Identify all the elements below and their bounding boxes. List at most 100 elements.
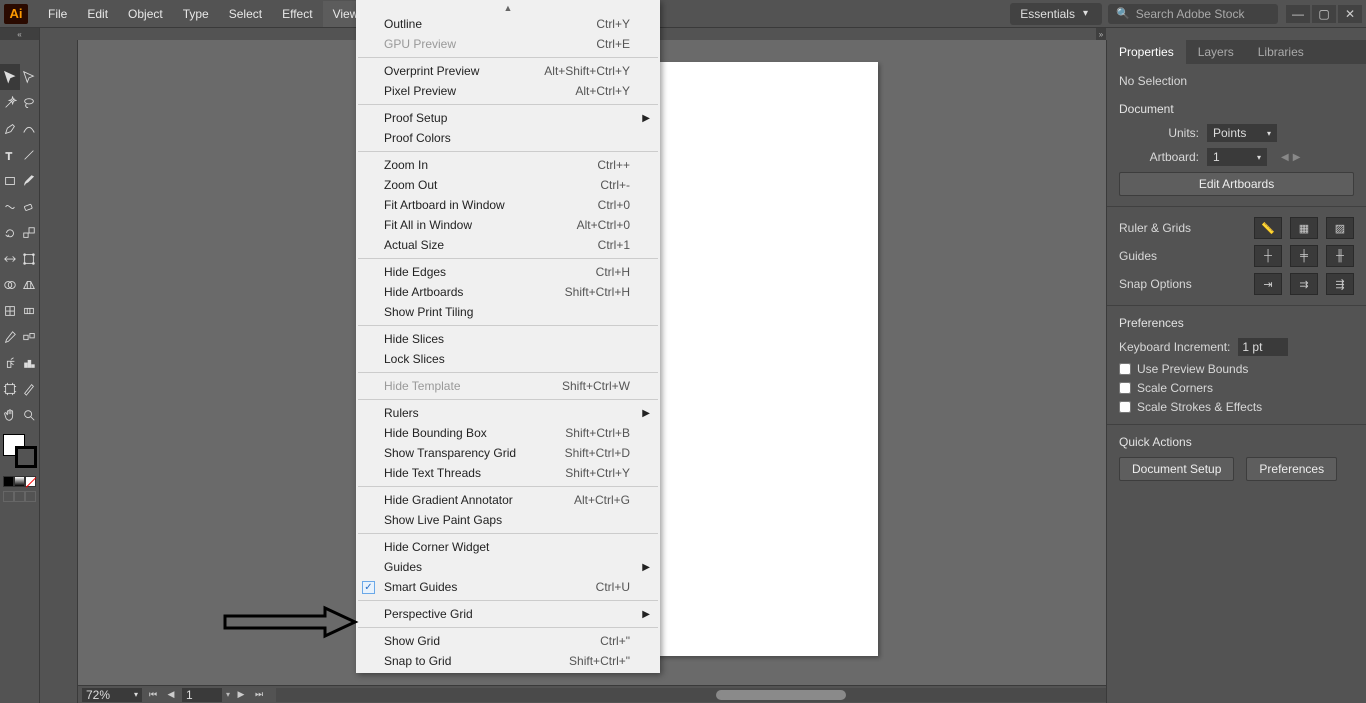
selection-tool[interactable] [0, 64, 20, 90]
menu-item[interactable]: Perspective Grid▶ [356, 604, 660, 624]
close-button[interactable]: ✕ [1338, 5, 1362, 23]
shape-builder-tool[interactable] [0, 272, 20, 298]
menu-item[interactable]: Pixel PreviewAlt+Ctrl+Y [356, 81, 660, 101]
snap-grid-icon[interactable]: ⇉ [1290, 273, 1318, 295]
menu-file[interactable]: File [38, 1, 77, 27]
menu-item[interactable]: Proof Colors [356, 128, 660, 148]
menu-item[interactable]: Hide Slices [356, 329, 660, 349]
width-tool[interactable] [0, 246, 20, 272]
minimize-button[interactable]: — [1286, 5, 1310, 23]
perspective-grid-tool[interactable] [20, 272, 40, 298]
menu-object[interactable]: Object [118, 1, 173, 27]
column-graph-tool[interactable] [20, 350, 40, 376]
tab-layers[interactable]: Layers [1186, 40, 1246, 64]
workspace-switcher[interactable]: Essentials ▾ [1010, 3, 1102, 25]
preferences-button[interactable]: Preferences [1246, 457, 1337, 481]
hand-tool[interactable] [0, 402, 20, 428]
menu-item[interactable]: Proof Setup▶ [356, 108, 660, 128]
menu-item[interactable]: ✓Smart GuidesCtrl+U [356, 577, 660, 597]
menu-item[interactable]: Guides▶ [356, 557, 660, 577]
fill-stroke-swatch[interactable] [3, 434, 37, 468]
prev-artboard-icon[interactable]: ◀ [1281, 152, 1289, 163]
symbol-sprayer-tool[interactable] [0, 350, 20, 376]
free-transform-tool[interactable] [20, 246, 40, 272]
snap-point-icon[interactable]: ⇥ [1254, 273, 1282, 295]
right-collapse-chevron[interactable]: » [1096, 28, 1106, 40]
smart-guides-icon[interactable]: ╫ [1326, 245, 1354, 267]
artboard-tool[interactable] [0, 376, 20, 402]
scale-tool[interactable] [20, 220, 40, 246]
menu-item[interactable]: Show Transparency GridShift+Ctrl+D [356, 443, 660, 463]
tools-collapse-chevron[interactable]: « [0, 28, 40, 40]
menu-item[interactable]: Actual SizeCtrl+1 [356, 235, 660, 255]
grid-icon[interactable]: ▦ [1290, 217, 1318, 239]
ruler-icon[interactable]: 📏 [1254, 217, 1282, 239]
snap-pixel-icon[interactable]: ⇶ [1326, 273, 1354, 295]
next-artboard-icon[interactable]: ▶ [1293, 152, 1301, 163]
guides-show-icon[interactable]: ┼ [1254, 245, 1282, 267]
shaper-tool[interactable] [0, 194, 20, 220]
curvature-tool[interactable] [20, 116, 40, 142]
menu-item[interactable]: OutlineCtrl+Y [356, 14, 660, 34]
menu-item[interactable]: Rulers▶ [356, 403, 660, 423]
prev-page-button[interactable]: ◀ [164, 688, 178, 702]
gradient-swatch[interactable] [14, 476, 25, 487]
menu-item[interactable]: Hide Bounding BoxShift+Ctrl+B [356, 423, 660, 443]
zoom-tool[interactable] [20, 402, 40, 428]
eyedropper-tool[interactable] [0, 324, 20, 350]
gradient-tool[interactable] [20, 298, 40, 324]
guides-lock-icon[interactable]: ╪ [1290, 245, 1318, 267]
menu-edit[interactable]: Edit [77, 1, 118, 27]
edit-artboards-button[interactable]: Edit Artboards [1119, 172, 1354, 196]
menu-item[interactable]: Hide ArtboardsShift+Ctrl+H [356, 282, 660, 302]
draw-behind[interactable] [14, 491, 25, 502]
rotate-tool[interactable] [0, 220, 20, 246]
draw-normal[interactable] [3, 491, 14, 502]
type-tool[interactable]: T [0, 142, 20, 168]
menu-item[interactable]: Zoom OutCtrl+- [356, 175, 660, 195]
menu-item[interactable]: Hide Gradient AnnotatorAlt+Ctrl+G [356, 490, 660, 510]
none-swatch[interactable] [25, 476, 36, 487]
eraser-tool[interactable] [20, 194, 40, 220]
key-increment-input[interactable] [1238, 338, 1288, 356]
units-dropdown[interactable]: Points▾ [1207, 124, 1277, 142]
scale-corners-checkbox[interactable]: Scale Corners [1119, 381, 1354, 395]
menu-item[interactable]: Lock Slices [356, 349, 660, 369]
magic-wand-tool[interactable] [0, 90, 20, 116]
direct-selection-tool[interactable] [20, 64, 40, 90]
line-segment-tool[interactable] [20, 142, 40, 168]
preview-bounds-checkbox[interactable]: Use Preview Bounds [1119, 362, 1354, 376]
menu-item[interactable]: Show Live Paint Gaps [356, 510, 660, 530]
menu-item[interactable]: Show GridCtrl+" [356, 631, 660, 651]
tab-properties[interactable]: Properties [1107, 40, 1186, 64]
pen-tool[interactable] [0, 116, 20, 142]
menu-item[interactable]: Hide EdgesCtrl+H [356, 262, 660, 282]
rectangle-tool[interactable] [0, 168, 20, 194]
document-setup-button[interactable]: Document Setup [1119, 457, 1234, 481]
menu-item[interactable]: Fit All in WindowAlt+Ctrl+0 [356, 215, 660, 235]
last-page-button[interactable]: ⏭ [252, 688, 266, 702]
menu-select[interactable]: Select [219, 1, 272, 27]
menu-item[interactable]: Zoom InCtrl++ [356, 155, 660, 175]
menu-item[interactable]: Show Print Tiling [356, 302, 660, 322]
menu-type[interactable]: Type [173, 1, 219, 27]
blend-tool[interactable] [20, 324, 40, 350]
mesh-tool[interactable] [0, 298, 20, 324]
artboard-dropdown[interactable]: 1▾ [1207, 148, 1267, 166]
search-stock-field[interactable]: 🔍 Search Adobe Stock [1108, 4, 1278, 24]
scale-strokes-checkbox[interactable]: Scale Strokes & Effects [1119, 400, 1354, 414]
lasso-tool[interactable] [20, 90, 40, 116]
menu-scroll-up-icon[interactable]: ▲ [356, 2, 660, 14]
transparency-grid-icon[interactable]: ▨ [1326, 217, 1354, 239]
zoom-select[interactable]: 72%▾ [82, 688, 142, 702]
page-select[interactable]: 1 [182, 688, 222, 702]
paintbrush-tool[interactable] [20, 168, 40, 194]
menu-item[interactable]: Hide Text ThreadsShift+Ctrl+Y [356, 463, 660, 483]
menu-item[interactable]: Overprint PreviewAlt+Shift+Ctrl+Y [356, 61, 660, 81]
menu-item[interactable]: Snap to GridShift+Ctrl+" [356, 651, 660, 671]
maximize-button[interactable]: ▢ [1312, 5, 1336, 23]
draw-inside[interactable] [25, 491, 36, 502]
next-page-button[interactable]: ▶ [234, 688, 248, 702]
slice-tool[interactable] [20, 376, 40, 402]
color-swatch[interactable] [3, 476, 14, 487]
